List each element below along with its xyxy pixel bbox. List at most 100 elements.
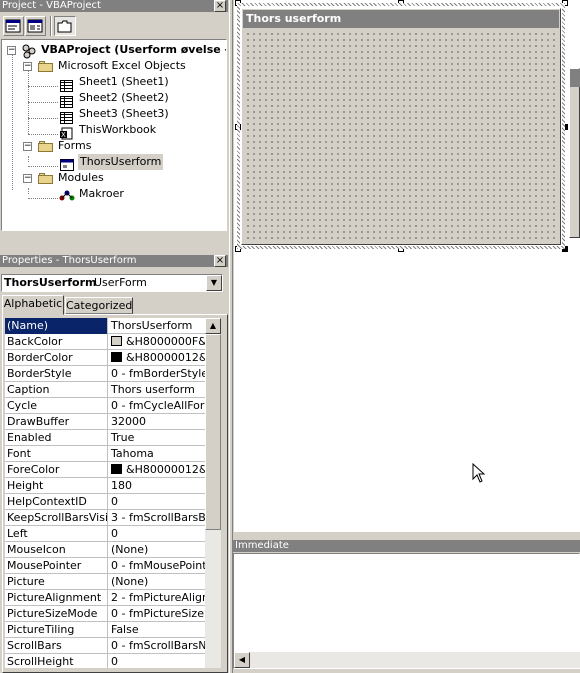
tree-item-sheet3[interactable]: Sheet3 (Sheet3) (79, 106, 169, 122)
property-name: MouseIcon (5, 542, 108, 558)
property-row[interactable]: Left 0 (5, 526, 205, 542)
property-name: PictureAlignment (5, 590, 108, 606)
userform-window[interactable]: Thors userform (241, 8, 561, 245)
toggle-folders-button[interactable] (54, 16, 76, 36)
tree-item-makroer[interactable]: Makroer (79, 186, 124, 202)
property-row[interactable]: MouseIcon (None) (5, 542, 205, 558)
property-row[interactable]: BackColor &H8000000F& (5, 334, 205, 350)
property-value[interactable]: 0 - fmScrollBarsNon (109, 638, 205, 654)
tree-root-vbaproject[interactable]: VBAProject (Userform øvelse - T (41, 42, 226, 58)
tree-item-thisworkbook[interactable]: ThisWorkbook (79, 122, 156, 138)
modules-collapse-toggle[interactable]: − (23, 174, 32, 183)
property-value[interactable]: &H80000012& (109, 462, 205, 478)
property-value[interactable]: &H80000012& (109, 350, 205, 366)
tree-item-sheet1[interactable]: Sheet1 (Sheet1) (79, 74, 169, 90)
property-value[interactable]: 2 - fmPictureAlignme (109, 590, 205, 606)
tree-hscrollbar[interactable]: ◀ ▶ (2, 230, 226, 231)
property-row[interactable]: Font Tahoma (5, 446, 205, 462)
property-row[interactable]: KeepScrollBarsVisible3 - fmScrollBarsBot… (5, 510, 205, 526)
property-value[interactable]: 0 (109, 494, 205, 510)
property-row[interactable]: ScrollHeight 0 (5, 654, 205, 668)
immediate-splitter[interactable] (233, 532, 580, 539)
userform-grid-surface[interactable] (243, 29, 559, 243)
property-value[interactable]: 3 - fmScrollBarsBoth (109, 510, 205, 526)
property-value-text: 0 - fmMousePointer (111, 559, 205, 572)
property-value-text: 0 - fmScrollBarsNon (111, 639, 205, 652)
scroll-up-button[interactable]: ▲ (205, 318, 221, 334)
object-selector[interactable]: ThorsUserform UserForm ▼ (1, 274, 223, 292)
property-name: (Name) (5, 318, 108, 334)
tree-folder-forms[interactable]: Forms (58, 138, 91, 154)
property-vscroll-thumb[interactable] (205, 334, 221, 530)
property-value[interactable]: 0 - fmCycleAllForms (109, 398, 205, 414)
property-value[interactable]: &H8000000F& (109, 334, 205, 350)
property-grid[interactable]: (Name) ThorsUserform BackColor &H8000000F& B… (5, 318, 205, 668)
view-code-button[interactable] (3, 16, 24, 36)
scroll-right-button[interactable]: ▶ (210, 230, 226, 231)
immediate-hscrollbar[interactable]: ◀ (234, 652, 580, 668)
forms-collapse-toggle[interactable]: − (23, 142, 32, 151)
property-row[interactable]: DrawBuffer 32000 (5, 414, 205, 430)
tab-categorized[interactable]: Categorized (65, 297, 133, 314)
property-value[interactable]: (None) (109, 574, 205, 590)
main-vertical-splitter[interactable] (229, 0, 233, 673)
view-object-button[interactable] (25, 16, 46, 36)
property-row[interactable]: MousePointer0 - fmMousePointer (5, 558, 205, 574)
property-name: BorderStyle (5, 366, 108, 382)
project-tree[interactable]: − VBAProject (Userform øvelse - T − Micr… (1, 39, 227, 231)
property-row[interactable]: Picture (None) (5, 574, 205, 590)
root-collapse-toggle[interactable]: − (7, 46, 16, 55)
object-selector-dropdown[interactable]: ▼ (206, 275, 222, 291)
property-value-text: ThorsUserform (111, 319, 193, 332)
property-row[interactable]: PictureTiling False (5, 622, 205, 638)
property-name: DrawBuffer (5, 414, 108, 430)
scroll-left-button[interactable]: ◀ (2, 230, 18, 231)
property-value[interactable]: False (109, 622, 205, 638)
tree-item-thorsuserform[interactable]: ThorsUserform (78, 154, 164, 170)
folder-open-icon (38, 140, 54, 152)
property-row[interactable]: Cycle0 - fmCycleAllForms (5, 398, 205, 414)
property-row[interactable]: Enabled True (5, 430, 205, 446)
property-row[interactable]: ForeColor &H80000012& (5, 462, 205, 478)
excel-objects-collapse-toggle[interactable]: − (23, 62, 32, 71)
property-row[interactable]: Caption Thors userform (5, 382, 205, 398)
property-value[interactable]: 180 (109, 478, 205, 494)
property-row[interactable]: ScrollBars0 - fmScrollBarsNon (5, 638, 205, 654)
property-value[interactable]: True (109, 430, 205, 446)
property-value[interactable]: 32000 (109, 414, 205, 430)
userform-titlebar[interactable]: Thors userform (243, 10, 559, 28)
property-value[interactable]: ThorsUserform (109, 318, 205, 334)
property-row[interactable]: BorderColor &H80000012& (5, 350, 205, 366)
property-value[interactable]: Thors userform (109, 382, 205, 398)
project-close-button[interactable]: × (214, 0, 226, 12)
properties-close-button[interactable]: × (214, 255, 226, 267)
tree-line (28, 188, 29, 194)
project-window-title-text: Project - VBAProject (2, 0, 101, 11)
property-value[interactable]: (None) (109, 542, 205, 558)
immediate-input-area[interactable]: ◀ (233, 553, 580, 669)
property-value[interactable]: Tahoma (109, 446, 205, 462)
form-designer-canvas[interactable]: Thors userform (234, 0, 580, 532)
property-value-text: 0 (111, 655, 118, 668)
property-row[interactable]: PictureAlignment2 - fmPictureAlignme (5, 590, 205, 606)
scroll-left-button[interactable]: ◀ (234, 652, 250, 668)
property-row[interactable]: BorderStyle0 - fmBorderStyleNo (5, 366, 205, 382)
property-row[interactable]: (Name) ThorsUserform (5, 318, 205, 334)
property-value[interactable]: 0 - fmMousePointer (109, 558, 205, 574)
property-value[interactable]: 0 (109, 654, 205, 668)
property-value[interactable]: 0 - fmPictureSizeMo (109, 606, 205, 622)
property-row[interactable]: PictureSizeMode0 - fmPictureSizeMo (5, 606, 205, 622)
properties-window-title: Properties - ThorsUserform (0, 255, 228, 267)
tree-item-sheet2[interactable]: Sheet2 (Sheet2) (79, 90, 169, 106)
tab-alphabetic[interactable]: Alphabetic (2, 295, 64, 315)
left-pane-splitter[interactable] (0, 248, 230, 254)
property-value[interactable]: 0 (109, 526, 205, 542)
property-grid-vscrollbar[interactable]: ▲ (205, 318, 221, 668)
tree-hscroll-thumb[interactable] (18, 230, 194, 231)
property-row[interactable]: HelpContextID 0 (5, 494, 205, 510)
tree-folder-modules[interactable]: Modules (58, 170, 104, 186)
property-row[interactable]: Height 180 (5, 478, 205, 494)
tree-folder-excel-objects[interactable]: Microsoft Excel Objects (58, 58, 186, 74)
property-value[interactable]: 0 - fmBorderStyleNo (109, 366, 205, 382)
immediate-window-title: Immediate (233, 540, 580, 552)
